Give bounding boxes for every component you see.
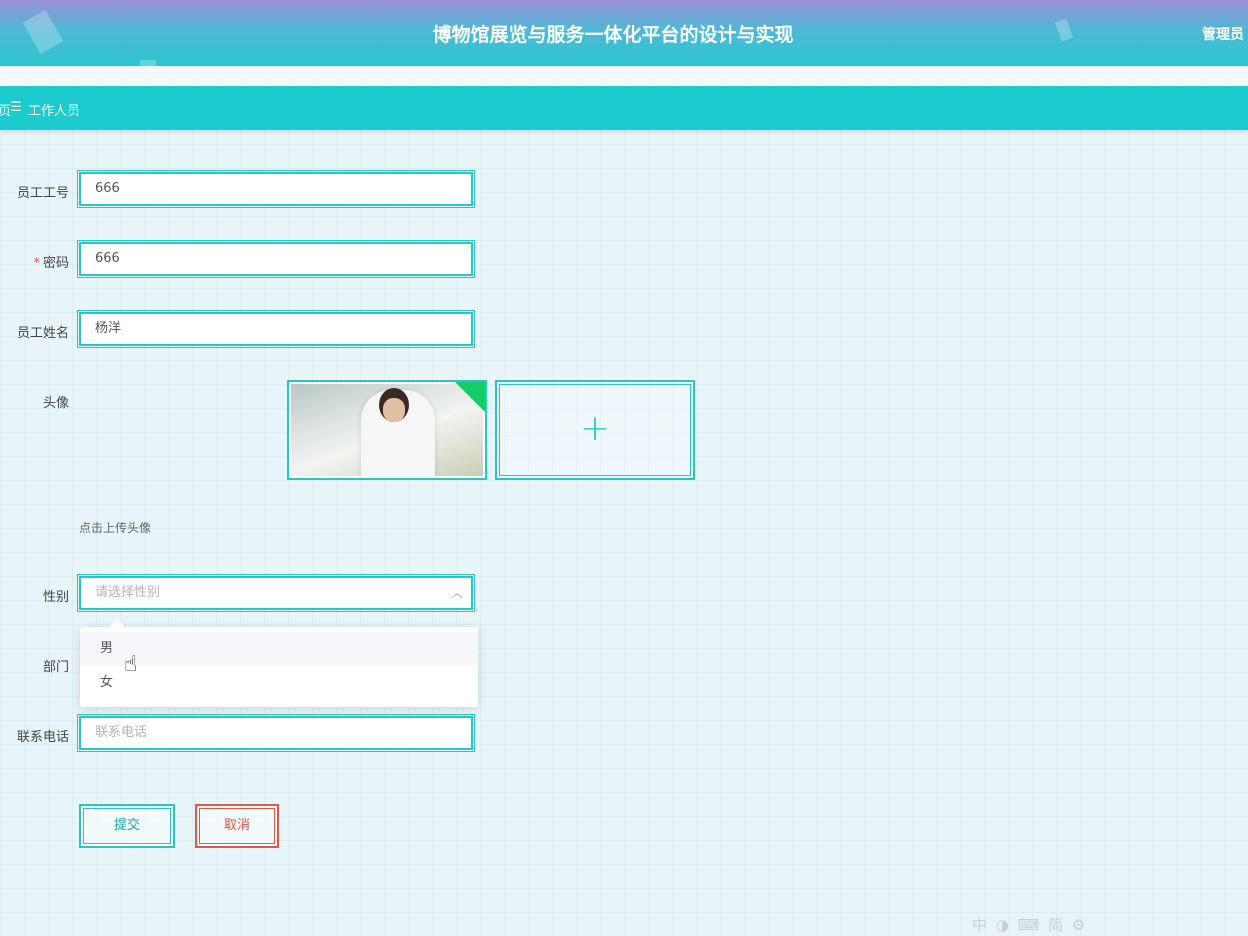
avatar-upload-button[interactable]: + <box>495 380 695 480</box>
employee-name-value: 杨洋 <box>95 321 122 336</box>
page-title: 博物馆展览与服务一体化平台的设计与实现 <box>432 24 794 46</box>
required-mark: * <box>33 256 40 271</box>
breadcrumb: 页 ☰ 工作人员 <box>0 86 1248 130</box>
top-header: 博物馆展览与服务一体化平台的设计与实现 管理员 <box>0 0 1248 66</box>
employee-name-label: 员工姓名 <box>16 326 69 341</box>
menu-icon: ☰ <box>10 100 22 115</box>
dropdown-arrow <box>109 618 125 634</box>
password-label: * 密码 <box>0 252 69 271</box>
gender-select[interactable]: 请选择性别 ︿ <box>77 574 475 612</box>
sub-header-strip <box>0 66 1248 86</box>
user-menu[interactable]: 管理员 <box>1202 24 1248 44</box>
password-value: 666 <box>95 251 120 266</box>
gender-option-male[interactable]: 男 <box>80 632 478 666</box>
cancel-button[interactable]: 取消 <box>195 804 279 848</box>
hand-cursor-icon: ☝ <box>124 652 138 677</box>
employee-no-label: 员工工号 <box>16 186 69 201</box>
gender-placeholder: 请选择性别 <box>95 585 161 600</box>
password-label-text: 密码 <box>42 256 69 271</box>
avatar-label: 头像 <box>42 396 69 411</box>
gender-label: 性别 <box>42 590 69 605</box>
phone-input[interactable]: 联系电话 <box>77 714 475 752</box>
upload-success-corner <box>455 382 485 412</box>
phone-placeholder: 联系电话 <box>95 725 148 740</box>
password-input[interactable]: 666 <box>77 240 475 278</box>
gender-option-female[interactable]: 女 <box>80 666 478 700</box>
avatar-face <box>383 398 405 422</box>
submit-button[interactable]: 提交 <box>79 804 175 848</box>
chevron-up-icon: ︿ <box>450 586 463 600</box>
avatar-upload-tip: 点击上传头像 <box>79 521 152 535</box>
department-label: 部门 <box>42 660 69 675</box>
plus-icon: + <box>579 408 611 449</box>
breadcrumb-current: 工作人员 <box>28 104 81 119</box>
phone-label: 联系电话 <box>16 730 69 745</box>
avatar-thumbnail[interactable]: ✓ <box>287 380 487 480</box>
ime-toolbar[interactable]: 中 ◑ ⌨ 简 ⚙ <box>972 914 1182 936</box>
check-icon: ✓ <box>441 410 452 424</box>
employee-no-input[interactable]: 666 <box>77 170 475 208</box>
employee-name-input[interactable]: 杨洋 <box>77 310 475 348</box>
gender-dropdown: 男 女 <box>80 618 478 707</box>
employee-no-value: 666 <box>95 181 120 196</box>
